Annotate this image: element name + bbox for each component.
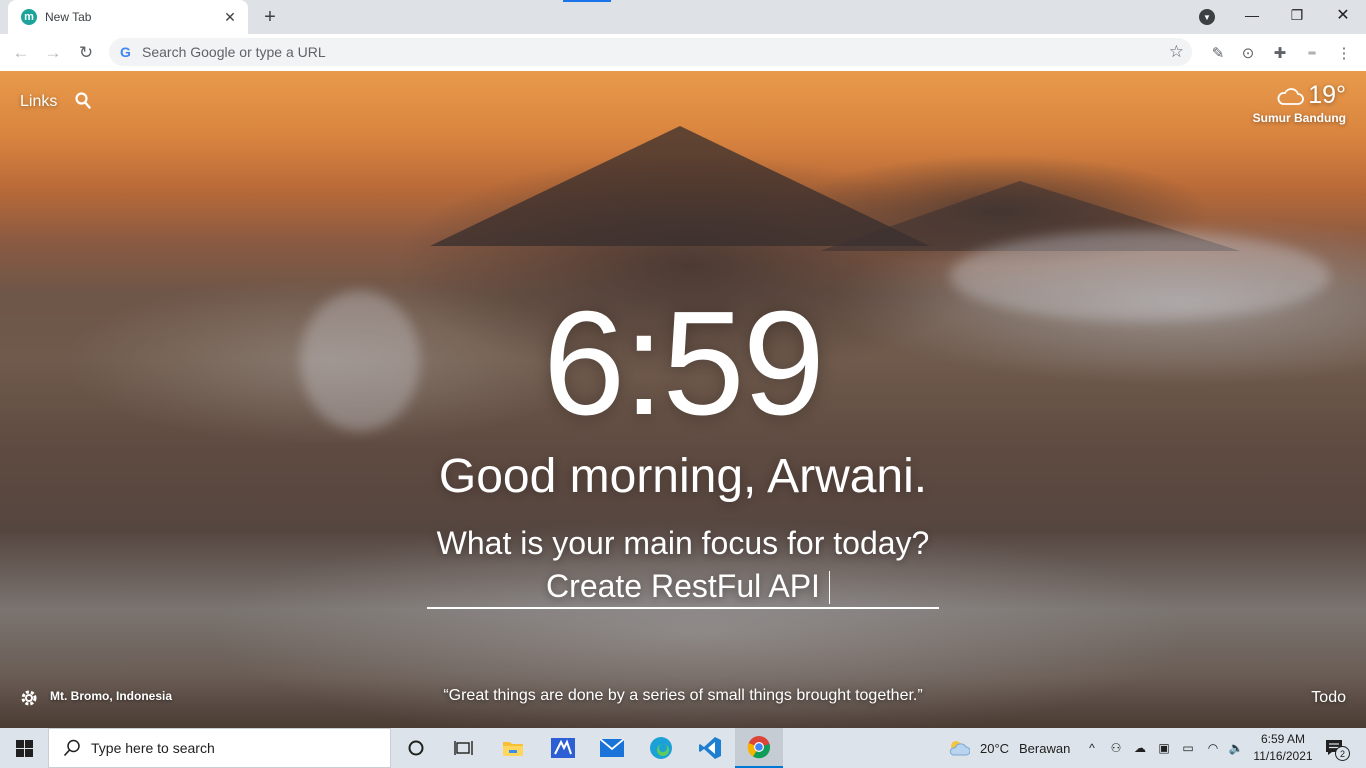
- mail-button[interactable]: [588, 728, 636, 768]
- tab-title: New Tab: [45, 10, 92, 24]
- links-button[interactable]: Links: [20, 93, 57, 111]
- reload-button[interactable]: ↻: [73, 40, 99, 66]
- browser-toolbar: ← → ↻ G ☆ ✎ ⊙ ✚ ═ ⋮: [0, 34, 1366, 72]
- editor-app-icon: [551, 738, 575, 758]
- address-input[interactable]: [142, 38, 1142, 66]
- search-icon[interactable]: [75, 92, 91, 110]
- volume-icon[interactable]: 🔈: [1228, 740, 1244, 756]
- close-tab-icon[interactable]: ✕: [222, 9, 238, 25]
- todo-button[interactable]: Todo: [1311, 689, 1346, 707]
- cortana-button[interactable]: [392, 728, 440, 768]
- close-window-button[interactable]: ✕: [1320, 0, 1366, 30]
- back-button[interactable]: ←: [8, 40, 34, 66]
- taskbar-time: 6:59 AM: [1260, 732, 1306, 746]
- google-icon: G: [120, 44, 131, 60]
- action-center-button[interactable]: 2: [1325, 739, 1350, 761]
- notification-count-badge: 2: [1335, 746, 1350, 761]
- focus-input[interactable]: [427, 565, 939, 609]
- weather-location: Sumur Bandung: [1252, 111, 1346, 125]
- edge-icon: [650, 737, 672, 759]
- task-view-icon: [454, 741, 473, 755]
- people-icon[interactable]: ⚇: [1108, 740, 1124, 756]
- vscode-icon: [699, 737, 721, 759]
- battery-icon[interactable]: ▭: [1180, 740, 1196, 756]
- taskbar-search-icon: [63, 739, 80, 757]
- cortana-icon: [408, 740, 424, 756]
- mail-icon: [600, 739, 624, 757]
- text-caret: [829, 571, 830, 604]
- chrome-menu-icon[interactable]: ⋮: [1334, 43, 1354, 63]
- task-view-button[interactable]: [440, 728, 488, 768]
- weather-temperature: 19°: [1308, 81, 1346, 109]
- greeting: Good morning, Arwani.: [438, 450, 928, 503]
- vscode-like-app-button[interactable]: [539, 728, 587, 768]
- cloud-icon: [1277, 87, 1305, 105]
- tab-strip: m New Tab ✕ + ▼ — ❐ ✕: [0, 0, 1366, 34]
- weather-cloud-sun-icon[interactable]: [948, 739, 970, 757]
- tab-loading-indicator: [563, 0, 611, 2]
- momentum-background: Links 19° Sumur Bandung 6:59 Good mornin…: [0, 71, 1366, 728]
- taskbar-date: 11/16/2021: [1253, 749, 1313, 763]
- chrome-icon: [747, 736, 771, 759]
- omnibox[interactable]: G ☆: [109, 38, 1192, 66]
- extensions-puzzle-icon[interactable]: ✚: [1270, 43, 1290, 63]
- vscode-button[interactable]: [686, 728, 734, 768]
- chrome-button[interactable]: [735, 728, 783, 768]
- clock: 6:59: [542, 281, 825, 446]
- display-icon[interactable]: ▣: [1156, 740, 1172, 756]
- folder-icon: [503, 742, 523, 756]
- minimize-button[interactable]: —: [1229, 0, 1275, 30]
- focus-question: What is your main focus for today?: [436, 525, 930, 561]
- file-explorer-button[interactable]: [489, 728, 537, 768]
- restore-button[interactable]: ❐: [1274, 0, 1320, 30]
- tab-search-icon[interactable]: ▼: [1199, 9, 1215, 25]
- extension-code-icon[interactable]: ⊙: [1238, 43, 1258, 63]
- taskbar: Type here to search 20°C Berawan ^ ⚇ ☁ ▣…: [0, 728, 1366, 768]
- taskbar-weather-condition[interactable]: Berawan: [1019, 741, 1070, 756]
- extension-dev-icon[interactable]: ✎: [1208, 43, 1228, 63]
- momentum-favicon-icon: m: [21, 9, 37, 25]
- forward-button[interactable]: →: [40, 40, 66, 66]
- taskbar-search-box[interactable]: Type here to search: [48, 728, 391, 768]
- edge-button[interactable]: [637, 728, 685, 768]
- tab-new-tab[interactable]: m New Tab ✕: [8, 0, 248, 34]
- taskbar-search-placeholder: Type here to search: [91, 740, 215, 756]
- weather-widget[interactable]: 19° Sumur Bandung: [1253, 81, 1346, 125]
- bookmark-star-icon[interactable]: ☆: [1169, 42, 1184, 62]
- wifi-icon[interactable]: ◠: [1205, 740, 1221, 756]
- chevron-up-icon[interactable]: ^: [1084, 740, 1100, 756]
- new-tab-button[interactable]: +: [258, 5, 282, 29]
- start-button[interactable]: [0, 728, 48, 768]
- taskbar-weather-temp[interactable]: 20°C: [980, 741, 1009, 756]
- extension-bar-icon[interactable]: ═: [1302, 43, 1322, 63]
- taskbar-clock[interactable]: 6:59 AM 11/16/2021: [1246, 731, 1320, 765]
- windows-logo-icon: [15, 739, 33, 757]
- daily-quote: “Great things are done by a series of sm…: [443, 687, 923, 704]
- onedrive-cloud-icon[interactable]: ☁: [1132, 740, 1148, 756]
